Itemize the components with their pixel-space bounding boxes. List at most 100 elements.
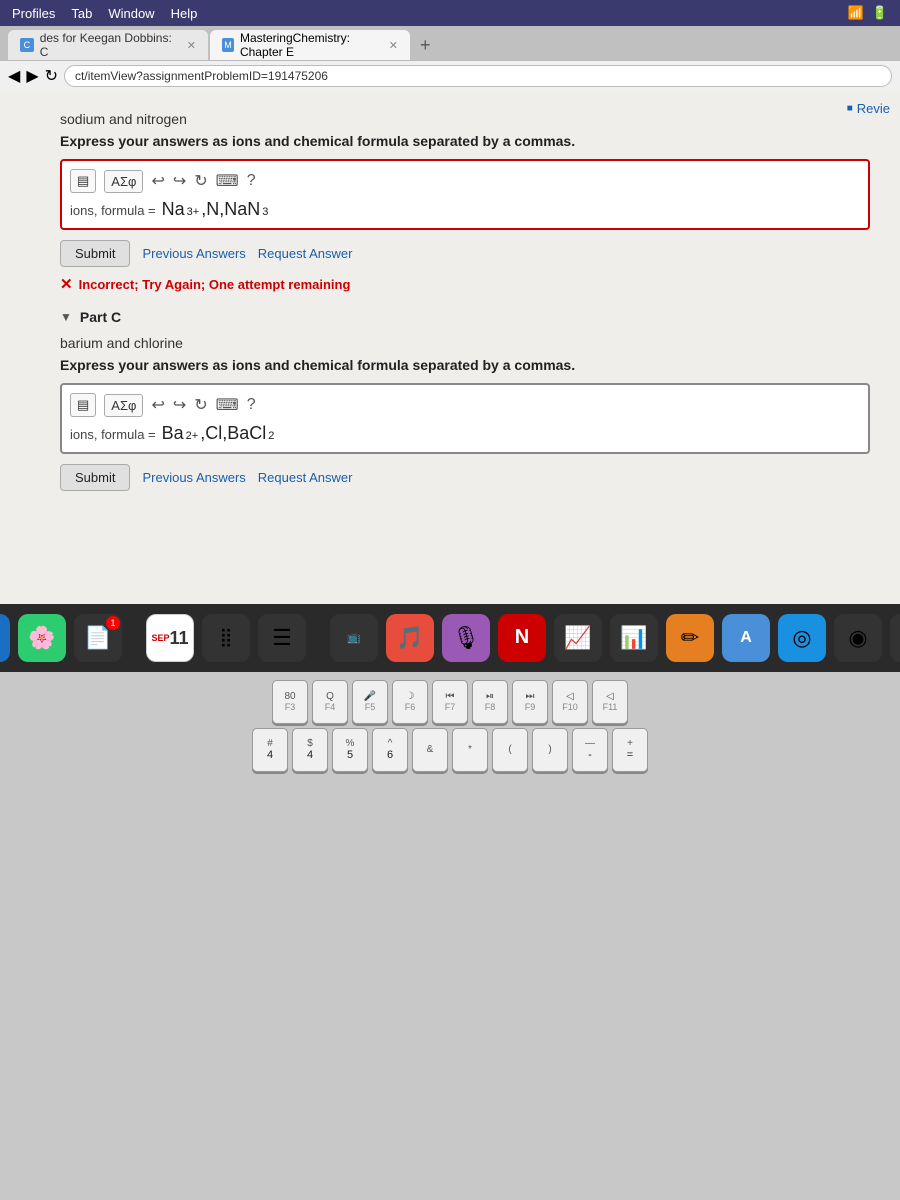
key-lparen[interactable]: ( [492, 728, 528, 772]
partc-request-answer-link[interactable]: Request Answer [258, 470, 353, 485]
partc-formula-label: ions, formula = [70, 427, 156, 442]
menu-bar-right: 📶 🔋 [848, 5, 888, 21]
nav-refresh-icon[interactable]: ↻ [45, 66, 58, 86]
url-input[interactable]: ct/itemView?assignmentProblemID=19147520… [64, 65, 892, 87]
partc-section: ▼ Part C barium and chlorine Express you… [60, 309, 870, 491]
partb-btn-row: Submit Previous Answers Request Answer [60, 240, 870, 267]
partc-help-icon[interactable]: ? [247, 396, 256, 414]
menu-profiles[interactable]: Profiles [12, 6, 55, 21]
key-f11[interactable]: ◁ F11 [592, 680, 628, 724]
key-f9[interactable]: ⏭ F9 [512, 680, 548, 724]
dock-chart[interactable]: 📊 [610, 614, 658, 662]
tab1-label: des for Keegan Dobbins: C [40, 31, 181, 59]
key-f8[interactable]: ⏯ F8 [472, 680, 508, 724]
dock-display[interactable]: 🖥 [890, 614, 900, 662]
partb-formula-mid: ,N,NaN [201, 199, 260, 220]
tab-2[interactable]: M MasteringChemistry: Chapter E ✕ [210, 30, 410, 60]
partc-answer-box: ▤ ΑΣφ ↩ ↪ ↻ ⌨ ? ions, formula = Ba2+,Cl,… [60, 383, 870, 454]
partb-undo-icon[interactable]: ↩ [151, 171, 164, 191]
key-caret-6[interactable]: ^ 6 [372, 728, 408, 772]
key-star[interactable]: * [452, 728, 488, 772]
partc-reset-icon[interactable]: ↻ [194, 395, 207, 415]
tab-bar: C des for Keegan Dobbins: C ✕ M Masterin… [0, 26, 900, 60]
key-f5[interactable]: 🎤 F5 [352, 680, 388, 724]
partc-prev-answers-link[interactable]: Previous Answers [142, 470, 245, 485]
partb-section-label: sodium and nitrogen [60, 111, 870, 127]
key-f4[interactable]: Q F4 [312, 680, 348, 724]
partc-undo-icon[interactable]: ↩ [151, 395, 164, 415]
dock-translate[interactable]: A [722, 614, 770, 662]
reminders-icon: ☰ [272, 625, 292, 651]
partb-redo-icon[interactable]: ↪ [173, 171, 186, 191]
partc-btn-row: Submit Previous Answers Request Answer [60, 464, 870, 491]
partc-greek-btn[interactable]: ΑΣφ [104, 394, 143, 417]
tab2-close[interactable]: ✕ [389, 39, 398, 52]
url-text: ct/itemView?assignmentProblemID=19147520… [75, 69, 328, 83]
partc-keyboard-icon[interactable]: ⌨ [216, 395, 239, 415]
dock-news[interactable]: N [498, 614, 546, 662]
dock-chrome[interactable]: ◉ [834, 614, 882, 662]
tab1-favicon: C [20, 38, 34, 52]
appletv-icon: 📺 [347, 631, 361, 644]
partb-prev-answers-link[interactable]: Previous Answers [142, 246, 245, 261]
menu-window[interactable]: Window [108, 6, 154, 21]
partb-request-answer-link[interactable]: Request Answer [258, 246, 353, 261]
key-rparen[interactable]: ) [532, 728, 568, 772]
tab2-label: MasteringChemistry: Chapter E [240, 31, 383, 59]
partb-submit-btn[interactable]: Submit [60, 240, 130, 267]
dock-reminders[interactable]: ☰ [258, 614, 306, 662]
key-minus[interactable]: — - [572, 728, 608, 772]
menu-help[interactable]: Help [171, 6, 198, 21]
partc-instruction: Express your answers as ions and chemica… [60, 357, 870, 373]
dock-files[interactable]: 📄 1 [74, 614, 122, 662]
dock-launchpad[interactable]: ⣿ [202, 614, 250, 662]
partc-format-btn[interactable]: ▤ [70, 393, 96, 417]
partc-arrow-icon[interactable]: ▼ [60, 310, 72, 324]
dock-safari[interactable]: ◎ [778, 614, 826, 662]
partc-redo-icon[interactable]: ↪ [173, 395, 186, 415]
files-badge: 1 [106, 616, 120, 630]
dock-calendar[interactable]: SEP 11 [146, 614, 194, 662]
news-icon: N [515, 626, 529, 649]
translate-icon: A [740, 629, 752, 647]
nav-back-icon[interactable]: ◀ [8, 66, 20, 86]
menu-tab[interactable]: Tab [71, 6, 92, 21]
dock-notes[interactable]: ✏ [666, 614, 714, 662]
key-hash-4[interactable]: # 4 [252, 728, 288, 772]
key-dollar-4[interactable]: $ 4 [292, 728, 328, 772]
key-f7[interactable]: ⏮ F7 [432, 680, 468, 724]
partc-formula-input[interactable]: ions, formula = Ba2+,Cl,BaCl2 [70, 423, 860, 444]
key-f3[interactable]: 80 F3 [272, 680, 308, 724]
photos-icon: 🌸 [28, 625, 55, 651]
key-f6[interactable]: ☽ F6 [392, 680, 428, 724]
partb-section: sodium and nitrogen Express your answers… [60, 111, 870, 293]
partc-submit-btn[interactable]: Submit [60, 464, 130, 491]
partb-help-icon[interactable]: ? [247, 172, 256, 190]
new-tab-button[interactable]: + [412, 30, 439, 60]
partc-formula-mid: ,Cl,BaCl [200, 423, 266, 444]
nav-forward-icon[interactable]: ▶ [26, 66, 38, 86]
partb-greek-btn[interactable]: ΑΣφ [104, 170, 143, 193]
cal-month: SEP [151, 633, 169, 643]
page-content: Revie sodium and nitrogen Express your a… [0, 91, 900, 519]
dock-podcast[interactable]: 🎙 [442, 614, 490, 662]
partb-format-btn[interactable]: ▤ [70, 169, 96, 193]
partb-formula-input[interactable]: ions, formula = Na3+,N,NaN3 [70, 199, 860, 220]
dock-photos[interactable]: 🌸 [18, 614, 66, 662]
key-plus[interactable]: + = [612, 728, 648, 772]
revise-button[interactable]: Revie [847, 101, 890, 116]
partb-instruction: Express your answers as ions and chemica… [60, 133, 870, 149]
dock-appletv[interactable]: 📺 [330, 614, 378, 662]
tab-1[interactable]: C des for Keegan Dobbins: C ✕ [8, 30, 208, 60]
dock-music[interactable]: 🎵 [386, 614, 434, 662]
tab1-close[interactable]: ✕ [187, 39, 196, 52]
key-f10[interactable]: ◁ F10 [552, 680, 588, 724]
key-percent-5[interactable]: % 5 [332, 728, 368, 772]
partb-keyboard-icon[interactable]: ⌨ [216, 171, 239, 191]
partc-toolbar: ▤ ΑΣφ ↩ ↪ ↻ ⌨ ? [70, 393, 860, 417]
dock-finder[interactable]: 🌀 [0, 614, 10, 662]
dock-stocks[interactable]: 📈 [554, 614, 602, 662]
partb-toolbar: ▤ ΑΣφ ↩ ↪ ↻ ⌨ ? [70, 169, 860, 193]
key-amp[interactable]: & [412, 728, 448, 772]
partb-reset-icon[interactable]: ↻ [194, 171, 207, 191]
